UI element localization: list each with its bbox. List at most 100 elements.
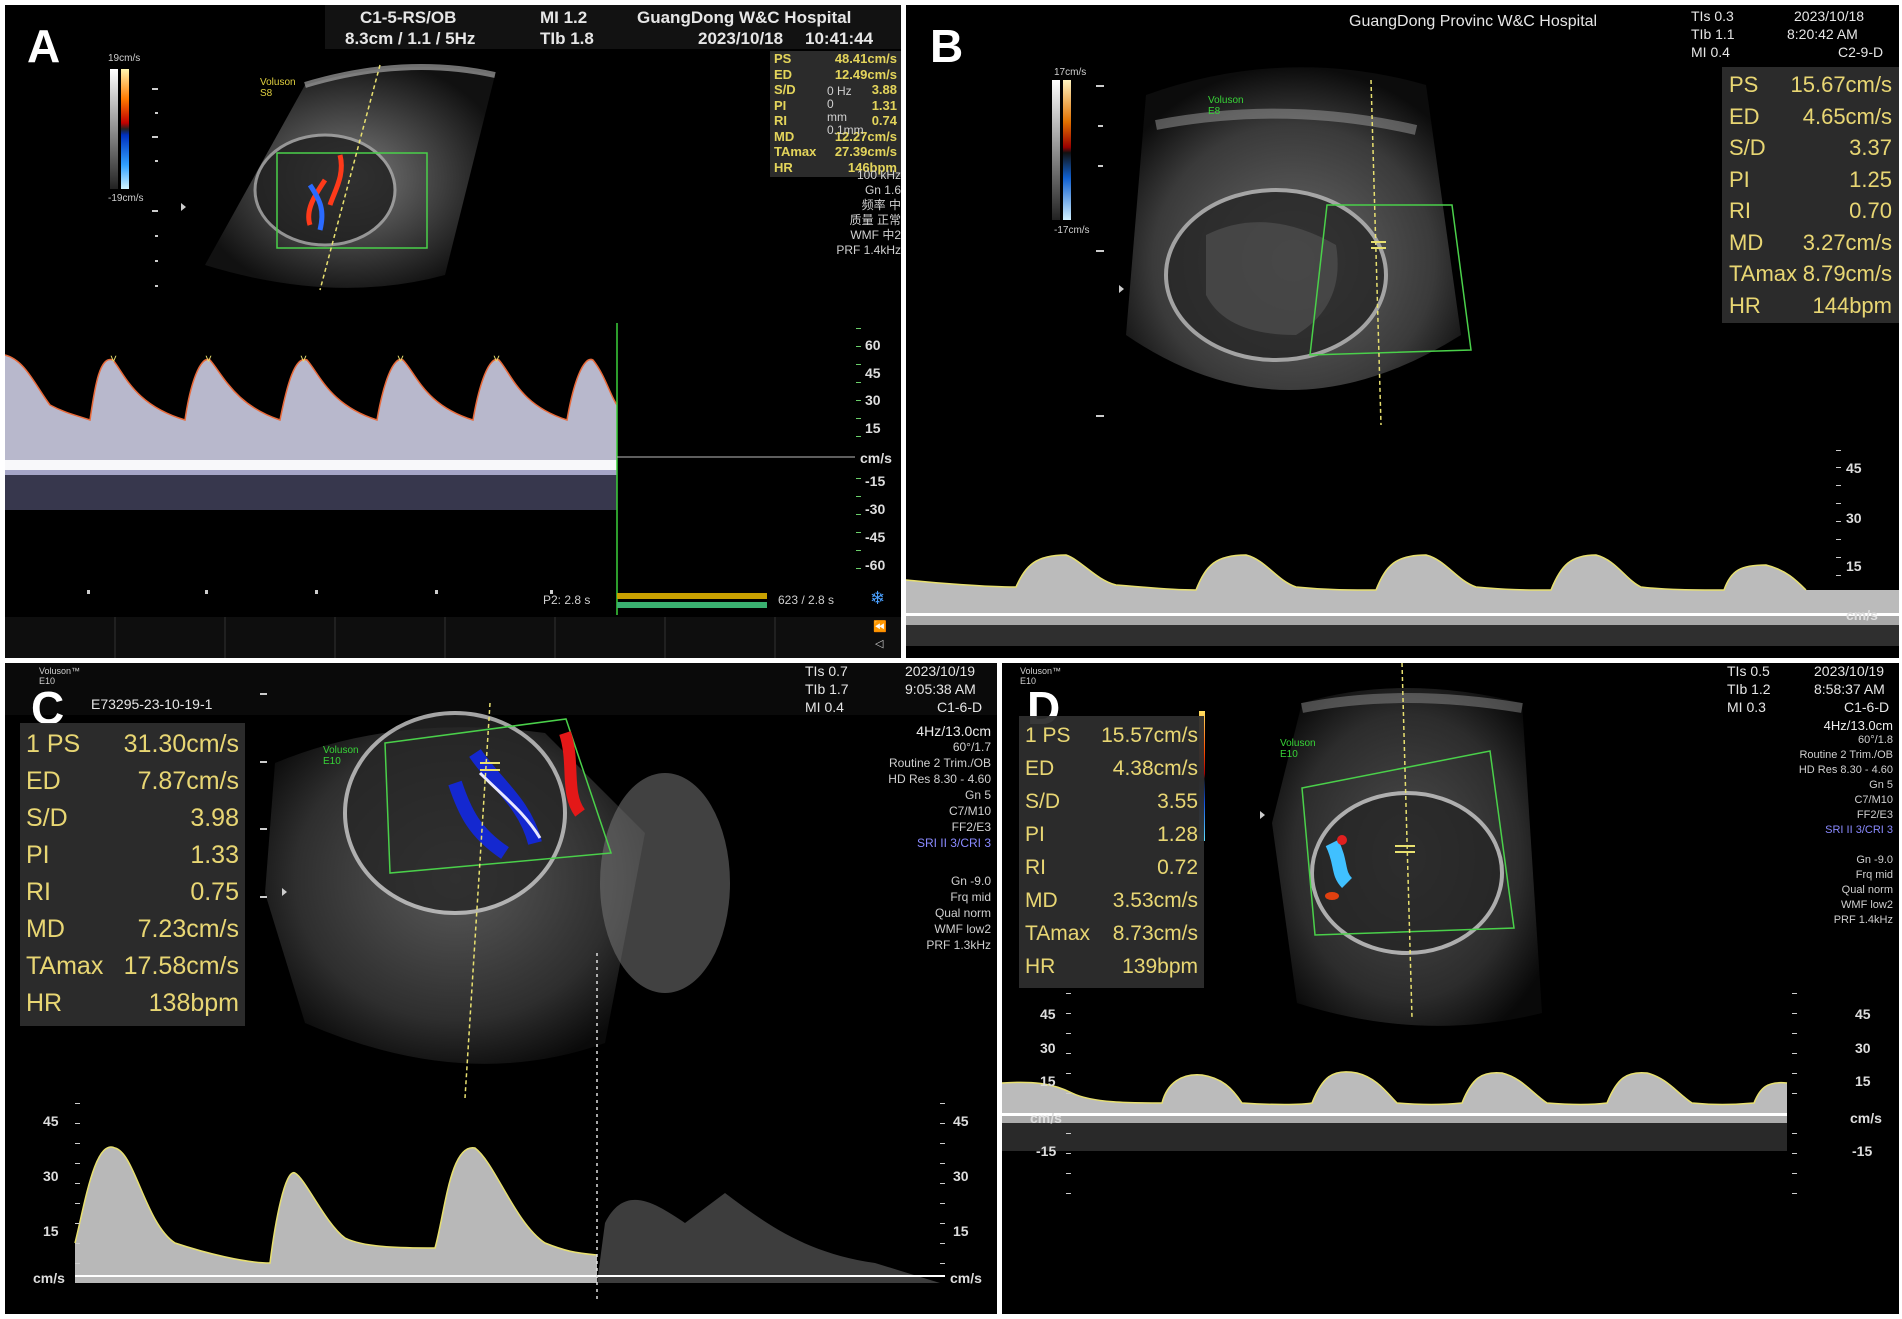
scale-unit-right: cm/s: [950, 1270, 982, 1286]
scale-tick: -15: [1036, 1143, 1057, 1159]
measurement-row: MD 7.23cm/s: [26, 915, 239, 943]
measurement-row: 1 PS 15.57cm/s: [1025, 724, 1198, 747]
mi-label: MI 0.3: [1727, 699, 1766, 715]
time-label: 8:20:42 AM: [1787, 26, 1858, 42]
date-label: 2023/10/19: [1814, 663, 1885, 679]
cine-bar-top: [617, 593, 767, 599]
scale-tick: 15: [865, 420, 881, 436]
scale-tick-right: 45: [953, 1113, 969, 1129]
panel-a-graphics: ˅ ˅ ˅ ˅ ˅: [5, 5, 901, 658]
scale-tick: 45: [43, 1113, 59, 1129]
brand-label: Voluson E8: [1208, 95, 1244, 117]
panel-b: B GuangDong Provinc W&C Hospital TIs 0.3…: [906, 5, 1899, 658]
svg-text:˅: ˅: [493, 352, 500, 366]
measurement-row: ED 12.49cm/s: [774, 66, 897, 82]
scale-tick: 30: [1040, 1040, 1056, 1056]
probe-label: C1-6-D: [937, 699, 983, 715]
patient-id: E73295-23-10-19-1: [91, 696, 213, 712]
measurement-row: HR 139bpm: [1025, 955, 1198, 978]
brand-label: Voluson E10: [323, 745, 359, 767]
scale-tick: -60: [865, 557, 886, 573]
panel-letter: B: [930, 20, 964, 72]
tis-label: TIs 0.7: [805, 663, 848, 679]
step-back-icon[interactable]: ◁: [875, 637, 883, 650]
scale-tick-right: 45: [1855, 1006, 1871, 1022]
scale-tick: 30: [865, 392, 881, 408]
measurement-row: TAmax 27.39cm/s: [774, 144, 897, 159]
rewind-icon[interactable]: ⏪: [873, 620, 887, 633]
svg-text:˅: ˅: [110, 352, 117, 366]
tib-label: TIb 1.1: [1691, 26, 1735, 42]
probe-label: C2-9-D: [1838, 44, 1884, 60]
tib-label: TIb 1.8: [540, 29, 594, 48]
measurement-row: PS 48.41cm/s: [774, 51, 897, 66]
scale-tick-right: 30: [953, 1168, 969, 1184]
measurement-row: S/D 3.55: [1025, 790, 1198, 813]
scale-tick: 15: [1040, 1073, 1056, 1089]
panel-d: Voluson™ E10 D TIs 0.5 TIb 1.2 MI 0.3 20…: [1002, 663, 1899, 1314]
scale-tick: 15: [1846, 558, 1862, 574]
imaging-params-lower: 100 kHz Gn 1.6 频率 中质量 正常 WMF 中2 PRF 1.4kHz: [836, 168, 901, 257]
measurement-row: S/D 3.98: [26, 804, 239, 832]
measurement-row: TAmax 17.58cm/s: [26, 952, 239, 980]
measurement-row: HR 138bpm: [26, 989, 239, 1017]
date-label: 2023/10/18: [698, 29, 784, 48]
probe-label: C1-5-RS/OB: [360, 8, 457, 27]
imaging-params-lower: Gn -9.0 Frq mid Qual norm WMF low2 PRF 1…: [926, 874, 991, 952]
brand-label: Voluson S8: [260, 77, 296, 99]
scale-unit: cm/s: [860, 450, 892, 466]
measurement-row: RI 0.72: [1025, 856, 1198, 879]
svg-text:˅: ˅: [300, 352, 307, 366]
measurement-row: HR 144bpm: [1729, 292, 1892, 318]
date-label: 2023/10/19: [905, 663, 976, 679]
probe-label: C1-6-D: [1844, 699, 1890, 715]
scale-tick: 15: [43, 1223, 59, 1239]
scale-tick: 30: [43, 1168, 59, 1184]
tis-label: TIs 0.5: [1727, 663, 1770, 679]
measurement-row: MD 3.27cm/s: [1729, 229, 1892, 255]
scale-tick: 60: [865, 337, 881, 353]
imaging-params: 4Hz/13.0cm 60°/1.7 Routine 2 Trim./OB HD…: [888, 723, 991, 850]
measurement-row: RI 0.70: [1729, 198, 1892, 223]
date-label: 2023/10/18: [1794, 8, 1865, 24]
measurement-row: RI 0.75: [26, 878, 239, 906]
depth-label: 8.3cm / 1.1 / 5Hz: [345, 29, 476, 48]
imaging-params-lower: Gn -9.0 Frq mid Qual norm WMF low2 PRF 1…: [1833, 854, 1893, 926]
mi-label: MI 0.4: [1691, 44, 1730, 60]
cine-bar-bottom: [617, 602, 767, 608]
imaging-params: 0 Hz 0 mm 0.1mm: [827, 84, 864, 137]
measurement-row: S/D 3.37: [1729, 135, 1892, 160]
time-label: 8:58:37 AM: [1814, 681, 1885, 697]
tib-label: TIb 1.2: [1727, 681, 1771, 697]
color-bar-bottom: -19cm/s: [108, 193, 144, 204]
measurement-panel: 1 PS 31.30cm/s ED 7.87cm/s S/D 3.98 PI 1.33 …: [20, 723, 245, 1026]
measurement-row: ED 4.38cm/s: [1025, 757, 1198, 780]
scale-unit: cm/s: [1846, 607, 1878, 623]
color-bar-top: 19cm/s: [108, 53, 141, 64]
time-label: 9:05:38 AM: [905, 681, 976, 697]
scale-tick-right: 30: [1855, 1040, 1871, 1056]
scale-unit: cm/s: [33, 1270, 65, 1286]
freeze-snowflake-icon[interactable]: ❄: [870, 588, 885, 609]
measurement-row: PI 1.33: [26, 841, 239, 869]
mi-label: MI 0.4: [805, 699, 844, 715]
scale-unit: cm/s: [1030, 1110, 1062, 1126]
time-label: 10:41:44: [805, 29, 874, 48]
tis-label: TIs 0.3: [1691, 8, 1734, 24]
measurement-panel: 1 PS 15.57cm/s ED 4.38cm/s S/D 3.55 PI 1.28 …: [1019, 716, 1204, 988]
scale-unit-right: cm/s: [1850, 1110, 1882, 1126]
scale-tick: -30: [865, 501, 886, 517]
scale-tick-right: 15: [953, 1223, 969, 1239]
svg-text:˅: ˅: [205, 352, 212, 366]
mi-label: MI 1.2: [540, 8, 588, 27]
color-bar-bottom: -17cm/s: [1054, 225, 1090, 236]
scale-tick: -45: [865, 529, 886, 545]
cine-right-label: 623 / 2.8 s: [778, 593, 835, 607]
measurement-row: TAmax 8.79cm/s: [1729, 261, 1892, 286]
doppler-waveform: [5, 355, 617, 475]
measurement-row: 1 PS 31.30cm/s: [26, 730, 239, 758]
hospital-label: GuangDong W&C Hospital: [637, 8, 852, 27]
brand-label: Voluson E10: [1280, 738, 1316, 760]
scale-tick: 45: [1040, 1006, 1056, 1022]
measurement-row: MD 3.53cm/s: [1025, 889, 1198, 912]
